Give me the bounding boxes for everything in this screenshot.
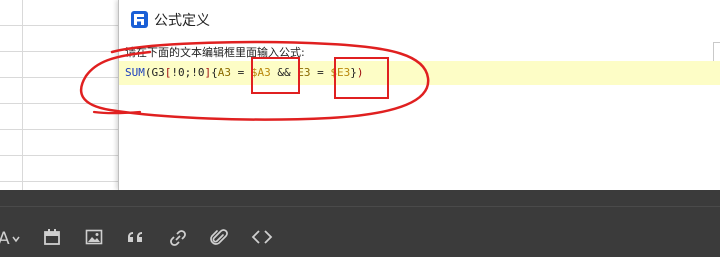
- formula-text[interactable]: SUM(G3[!0;!0]{A3 = $A3 && E3 = $E3}): [125, 66, 364, 80]
- svg-text:A: A: [0, 229, 10, 248]
- formula-dialog: 公式定义 请在下面的文本编辑框里面输入公式: SUM(G3[!0;!0]{A3 …: [118, 0, 720, 190]
- formula-eq-1: =: [231, 66, 251, 79]
- annotation-box-e3: [334, 57, 389, 99]
- formula-paren-open: (G3: [144, 66, 165, 79]
- editor-toolbar: A: [0, 190, 720, 257]
- quote-icon[interactable]: [126, 228, 146, 250]
- image-icon[interactable]: [85, 228, 103, 250]
- font-color-icon[interactable]: A: [0, 228, 22, 250]
- annotation-box-a3: [251, 57, 300, 94]
- attachment-icon[interactable]: [210, 228, 228, 250]
- formula-index: !0;!0: [171, 66, 205, 79]
- formula-brace-open: {: [211, 66, 218, 79]
- calendar-icon[interactable]: [43, 228, 61, 250]
- dialog-title-bar[interactable]: 公式定义: [119, 0, 720, 38]
- toolbar-divider: [0, 206, 720, 207]
- link-icon[interactable]: [168, 228, 188, 250]
- formula-var-a3: A3: [217, 66, 231, 79]
- formula-function: SUM: [125, 66, 145, 79]
- formula-eq-2: =: [310, 66, 331, 79]
- app-logo-icon: [131, 11, 148, 28]
- grid-column-line: [22, 0, 23, 190]
- code-icon[interactable]: [251, 228, 273, 250]
- formula-editor[interactable]: SUM(G3[!0;!0]{A3 = $A3 && E3 = $E3}): [119, 61, 720, 85]
- dialog-title: 公式定义: [154, 13, 210, 29]
